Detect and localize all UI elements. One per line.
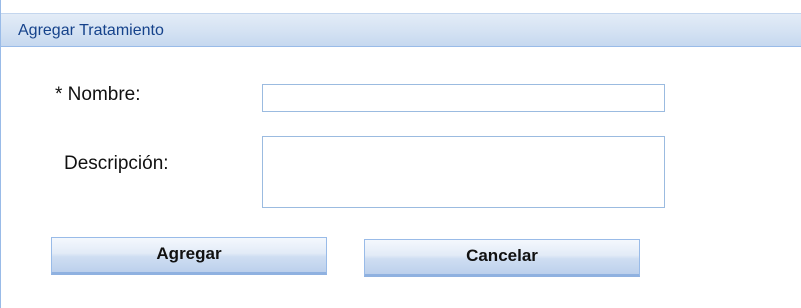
panel-title: Agregar Tratamiento: [18, 22, 164, 39]
add-treatment-panel: Agregar Tratamiento * Nombre: Descripció…: [0, 0, 801, 308]
panel-header: Agregar Tratamiento: [1, 13, 801, 47]
descripcion-label: Descripción:: [64, 153, 169, 174]
descripcion-textarea[interactable]: [262, 136, 665, 208]
nombre-label: * Nombre:: [55, 84, 141, 105]
cancelar-button[interactable]: Cancelar: [364, 239, 640, 277]
agregar-button[interactable]: Agregar: [51, 237, 327, 275]
nombre-input[interactable]: [262, 84, 665, 112]
